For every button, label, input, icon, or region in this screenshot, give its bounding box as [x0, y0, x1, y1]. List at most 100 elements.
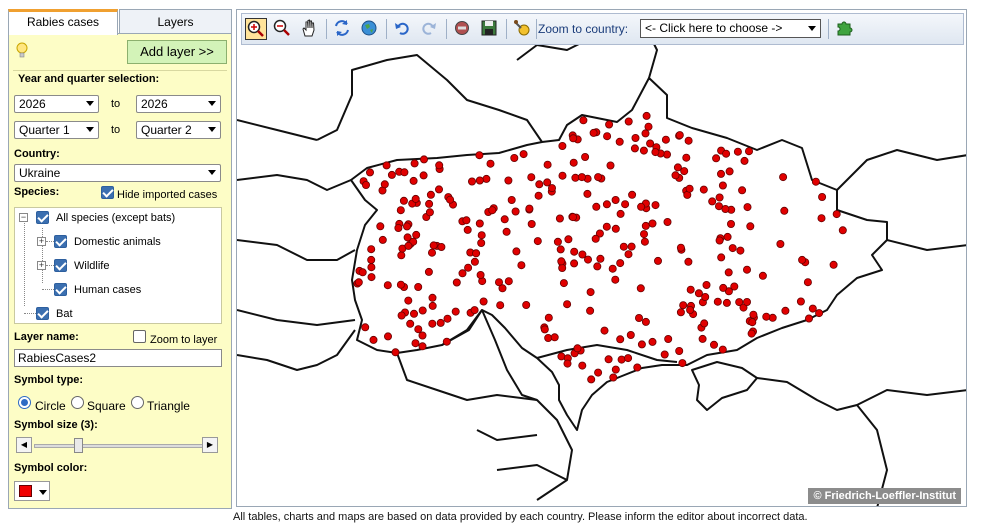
case-marker[interactable] — [627, 242, 636, 251]
case-marker[interactable] — [547, 184, 556, 193]
case-marker[interactable] — [400, 168, 409, 177]
case-marker[interactable] — [594, 173, 603, 182]
case-marker[interactable] — [568, 213, 577, 222]
case-marker[interactable] — [411, 194, 420, 203]
case-marker[interactable] — [736, 246, 745, 255]
case-marker[interactable] — [779, 173, 788, 182]
globe-icon[interactable] — [359, 18, 381, 40]
case-marker[interactable] — [671, 171, 680, 180]
case-marker[interactable] — [550, 333, 559, 342]
case-marker[interactable] — [553, 237, 562, 246]
case-marker[interactable] — [543, 160, 552, 169]
case-marker[interactable] — [426, 190, 435, 199]
case-marker[interactable] — [682, 153, 691, 162]
case-marker[interactable] — [594, 368, 603, 377]
case-marker[interactable] — [740, 156, 749, 165]
case-marker[interactable] — [354, 278, 363, 287]
case-marker[interactable] — [719, 283, 728, 292]
case-marker[interactable] — [698, 334, 707, 343]
case-marker[interactable] — [436, 318, 445, 327]
case-marker[interactable] — [462, 216, 471, 225]
case-marker[interactable] — [611, 224, 620, 233]
case-marker[interactable] — [733, 147, 742, 156]
tree-item-all-species[interactable]: All species (except bats) — [56, 212, 175, 224]
case-marker[interactable] — [425, 208, 434, 217]
case-marker[interactable] — [428, 293, 437, 302]
slider-left-button[interactable]: ◀ — [16, 437, 32, 453]
expand-icon[interactable]: + — [37, 261, 46, 270]
case-marker[interactable] — [749, 310, 758, 319]
case-marker[interactable] — [477, 238, 486, 247]
case-marker[interactable] — [573, 344, 582, 353]
case-marker[interactable] — [419, 155, 428, 164]
case-marker[interactable] — [470, 257, 479, 266]
case-marker[interactable] — [726, 219, 735, 228]
case-marker[interactable] — [443, 314, 452, 323]
case-marker[interactable] — [583, 255, 592, 264]
case-marker[interactable] — [676, 243, 685, 252]
tab-rabies-cases[interactable]: Rabies cases — [8, 9, 118, 35]
tree-item-bat[interactable]: Bat — [56, 308, 73, 320]
case-marker[interactable] — [725, 167, 734, 176]
case-marker[interactable] — [555, 214, 564, 223]
case-marker[interactable] — [556, 245, 565, 254]
save-icon[interactable] — [479, 18, 501, 40]
tree-checkbox-all-species[interactable] — [36, 211, 49, 224]
refresh-icon[interactable] — [332, 18, 354, 40]
case-marker[interactable] — [589, 128, 598, 137]
case-marker[interactable] — [442, 337, 451, 346]
case-marker[interactable] — [805, 314, 814, 323]
case-marker[interactable] — [686, 285, 695, 294]
case-marker[interactable] — [458, 269, 467, 278]
case-marker[interactable] — [592, 202, 601, 211]
case-marker[interactable] — [604, 355, 613, 364]
case-marker[interactable] — [418, 306, 427, 315]
case-marker[interactable] — [686, 305, 695, 314]
year-from-select[interactable]: 2026 — [14, 95, 99, 113]
case-marker[interactable] — [504, 176, 513, 185]
case-marker[interactable] — [602, 222, 611, 231]
case-marker[interactable] — [661, 135, 670, 144]
puzzle-icon[interactable] — [834, 18, 856, 40]
case-marker[interactable] — [648, 219, 657, 228]
undo-icon[interactable] — [392, 18, 414, 40]
case-marker[interactable] — [362, 180, 371, 189]
case-marker[interactable] — [544, 333, 553, 342]
case-marker[interactable] — [406, 319, 415, 328]
case-marker[interactable] — [679, 301, 688, 310]
case-marker[interactable] — [467, 177, 476, 186]
case-marker[interactable] — [829, 260, 838, 269]
case-marker[interactable] — [615, 137, 624, 146]
case-marker[interactable] — [742, 297, 751, 306]
case-marker[interactable] — [496, 301, 505, 310]
case-marker[interactable] — [579, 116, 588, 125]
case-marker[interactable] — [475, 219, 484, 228]
case-marker[interactable] — [475, 151, 484, 160]
case-marker[interactable] — [636, 284, 645, 293]
case-marker[interactable] — [593, 262, 602, 271]
case-marker[interactable] — [637, 340, 646, 349]
case-marker[interactable] — [402, 222, 411, 231]
case-marker[interactable] — [617, 355, 626, 364]
case-marker[interactable] — [700, 319, 709, 328]
case-marker[interactable] — [571, 173, 580, 182]
case-marker[interactable] — [646, 139, 655, 148]
case-marker[interactable] — [730, 282, 739, 291]
case-marker[interactable] — [651, 148, 660, 157]
quarter-to-select[interactable]: Quarter 2 — [136, 121, 221, 139]
case-marker[interactable] — [832, 210, 841, 219]
case-marker[interactable] — [391, 348, 400, 357]
case-marker[interactable] — [482, 174, 491, 183]
case-marker[interactable] — [494, 278, 503, 287]
case-marker[interactable] — [641, 129, 650, 138]
case-marker[interactable] — [811, 177, 820, 186]
case-marker[interactable] — [621, 200, 630, 209]
case-marker[interactable] — [633, 363, 642, 372]
case-marker[interactable] — [396, 206, 405, 215]
case-marker[interactable] — [616, 335, 625, 344]
case-marker[interactable] — [569, 158, 578, 167]
case-marker[interactable] — [502, 227, 511, 236]
case-marker[interactable] — [717, 253, 726, 262]
zoom-to-country-select[interactable]: <- Click here to choose -> — [640, 19, 821, 38]
case-marker[interactable] — [630, 144, 639, 153]
